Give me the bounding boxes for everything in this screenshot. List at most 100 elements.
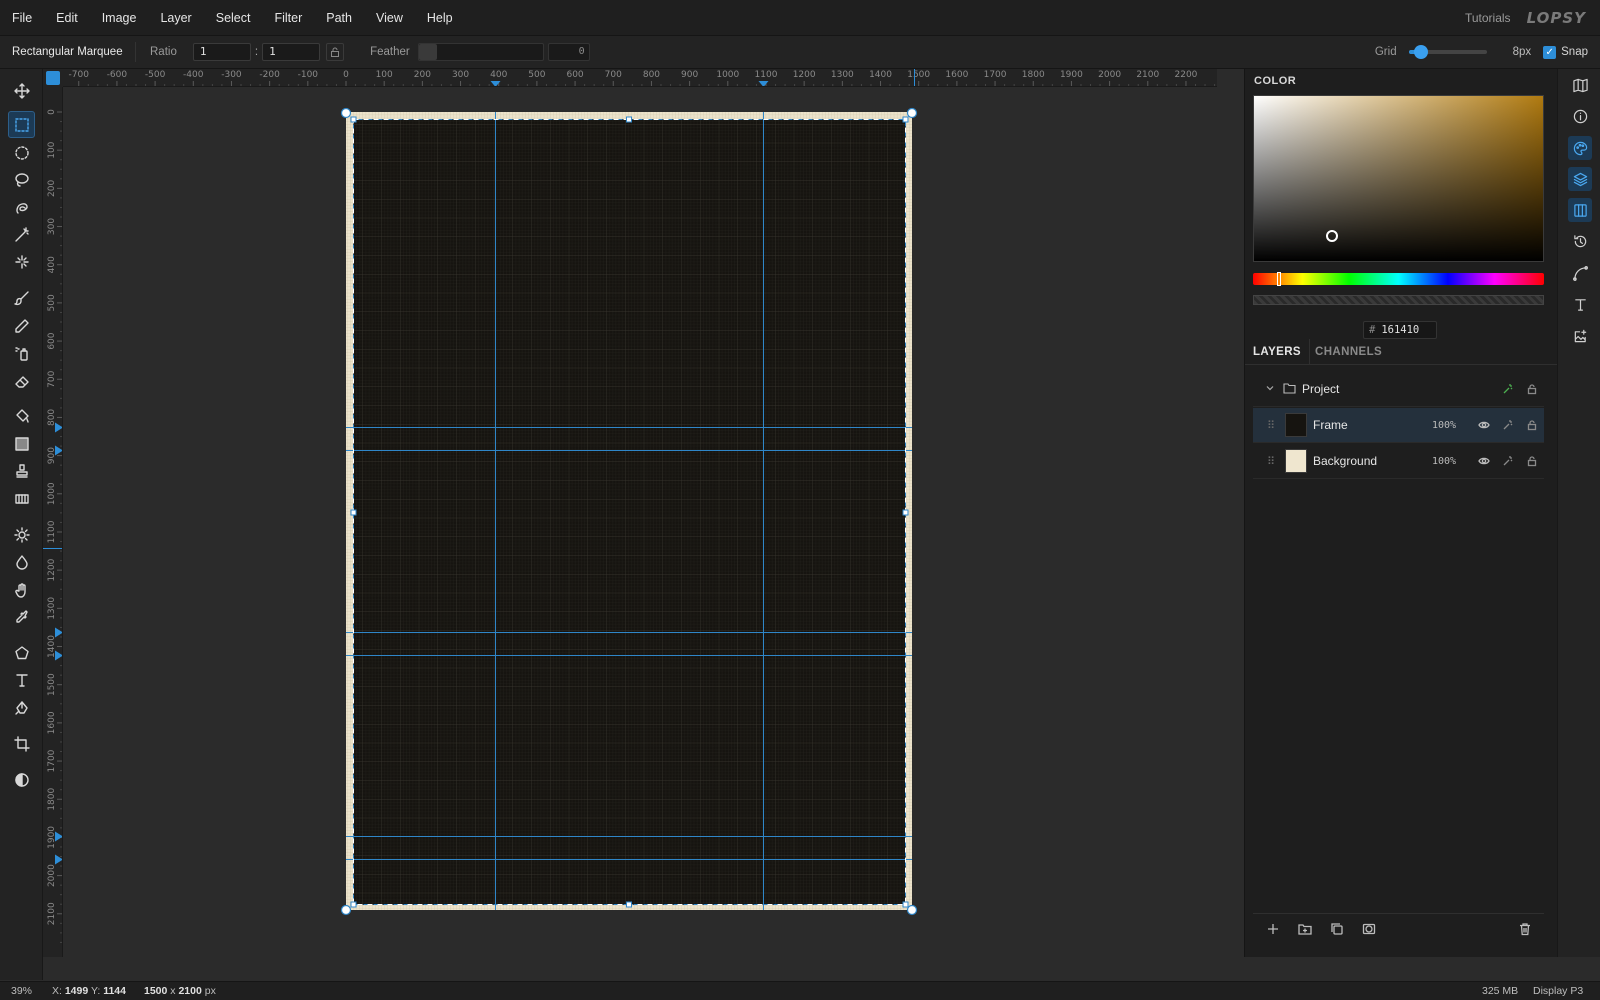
magnetic-lasso-tool[interactable] xyxy=(8,194,35,221)
color-panel-button[interactable] xyxy=(1568,136,1592,160)
delete-layer-button[interactable] xyxy=(1518,922,1534,938)
quick-select-tool[interactable] xyxy=(8,248,35,275)
selection-handle-tr[interactable] xyxy=(902,116,909,123)
stamp-tool[interactable] xyxy=(8,457,35,484)
guide-marker[interactable] xyxy=(55,854,63,865)
magic-wand-tool[interactable] xyxy=(8,221,35,248)
channels-panel-button[interactable] xyxy=(1568,198,1592,222)
tutorials-link[interactable]: Tutorials xyxy=(1465,11,1511,25)
paint-bucket-tool[interactable] xyxy=(8,402,35,429)
color-saturation-field[interactable] xyxy=(1253,95,1544,262)
ratio-height-input[interactable]: 1 xyxy=(262,43,321,61)
pen-tool[interactable] xyxy=(8,694,35,721)
feather-slider[interactable] xyxy=(417,43,544,61)
feather-value-input[interactable]: 0 xyxy=(547,43,590,61)
menu-layer[interactable]: Layer xyxy=(148,0,203,36)
mask-layer-button[interactable] xyxy=(1362,922,1378,938)
crop-tool[interactable] xyxy=(8,730,35,757)
menu-help[interactable]: Help xyxy=(415,0,465,36)
selection-handle-tm[interactable] xyxy=(626,116,632,123)
hue-slider-marker[interactable] xyxy=(1277,272,1282,286)
alpha-slider[interactable] xyxy=(1253,295,1544,305)
menu-file[interactable]: File xyxy=(0,0,44,36)
guide-marker[interactable] xyxy=(55,445,63,456)
layer-lock-button[interactable] xyxy=(1520,419,1544,431)
lasso-tool[interactable] xyxy=(8,166,35,193)
color-panel-title[interactable]: COLOR xyxy=(1254,75,1296,87)
hand-tool[interactable] xyxy=(8,576,35,603)
ellipse-marquee-tool[interactable] xyxy=(8,139,35,166)
chevron-down-icon[interactable] xyxy=(1265,382,1279,396)
layer-name[interactable]: Background xyxy=(1313,454,1432,468)
ratio-width-input[interactable]: 1 xyxy=(192,43,251,61)
pencil-tool[interactable] xyxy=(8,312,35,339)
menu-path[interactable]: Path xyxy=(314,0,364,36)
drag-handle-icon[interactable]: ⠿ xyxy=(1267,455,1281,468)
selection-handle-mr[interactable] xyxy=(902,509,909,516)
gradient-tool[interactable] xyxy=(8,430,35,457)
ratio-lock-button[interactable] xyxy=(326,43,345,61)
document-canvas[interactable] xyxy=(63,87,1217,957)
color-picker-cursor[interactable] xyxy=(1326,230,1338,242)
menu-view[interactable]: View xyxy=(364,0,415,36)
layer-effects-button[interactable] xyxy=(1496,455,1520,467)
menu-edit[interactable]: Edit xyxy=(44,0,90,36)
dodge-tool[interactable] xyxy=(8,521,35,548)
visibility-toggle[interactable] xyxy=(1472,419,1496,431)
history-panel-button[interactable] xyxy=(1568,229,1592,253)
drag-handle-icon[interactable]: ⠿ xyxy=(1267,419,1281,432)
horizontal-ruler[interactable]: -700 -600 -500 -400 -300 -200 -100 0 100 200 300 40… xyxy=(63,69,1217,87)
paths-panel-button[interactable] xyxy=(1568,261,1592,285)
selection-handle-bl[interactable] xyxy=(350,901,357,908)
group-effects-button[interactable] xyxy=(1496,383,1520,395)
navigator-panel-button[interactable] xyxy=(1568,73,1592,97)
brush-tool[interactable] xyxy=(8,284,35,311)
rect-marquee-tool[interactable] xyxy=(8,111,35,138)
layer-group-row[interactable]: Project xyxy=(1253,372,1544,407)
duplicate-layer-button[interactable] xyxy=(1330,922,1346,938)
info-panel-button[interactable] xyxy=(1568,104,1592,128)
move-tool[interactable] xyxy=(8,77,35,104)
blur-tool[interactable] xyxy=(8,548,35,575)
hex-input[interactable]: #161410 xyxy=(1363,321,1437,339)
layer-lock-button[interactable] xyxy=(1520,455,1544,467)
transform-handle-tr[interactable] xyxy=(906,107,918,119)
layer-effects-button[interactable] xyxy=(1496,419,1520,431)
menu-select[interactable]: Select xyxy=(204,0,263,36)
ruler-origin-button[interactable] xyxy=(46,71,60,85)
group-lock-button[interactable] xyxy=(1520,383,1544,395)
layer-name[interactable]: Frame xyxy=(1313,418,1432,432)
image-panel-button[interactable] xyxy=(1568,324,1592,348)
new-layer-button[interactable] xyxy=(1266,922,1282,938)
grid-slider-thumb[interactable] xyxy=(1414,45,1429,59)
text-tool[interactable] xyxy=(8,666,35,693)
snap-checkbox[interactable]: ✓ xyxy=(1543,45,1557,59)
character-panel-button[interactable] xyxy=(1568,292,1592,316)
selection-handle-bm[interactable] xyxy=(626,901,632,908)
canvas-viewport[interactable] xyxy=(63,87,1217,957)
new-group-button[interactable] xyxy=(1298,922,1314,938)
layer-row-frame[interactable]: ⠿ Frame 100% xyxy=(1253,408,1544,443)
guide-marker[interactable] xyxy=(55,650,63,661)
contrast-tool[interactable] xyxy=(8,766,35,793)
transform-handle-tl[interactable] xyxy=(340,107,352,119)
spray-tool[interactable] xyxy=(8,339,35,366)
selection-handle-ml[interactable] xyxy=(350,509,357,516)
guide-marker[interactable] xyxy=(55,627,63,638)
menu-filter[interactable]: Filter xyxy=(262,0,314,36)
guide-marker[interactable] xyxy=(55,422,63,433)
eraser-tool[interactable] xyxy=(8,367,35,394)
transform-handle-br[interactable] xyxy=(906,904,918,916)
zoom-level[interactable]: 39% xyxy=(11,985,32,997)
pattern-tool[interactable] xyxy=(8,485,35,512)
feather-slider-knob[interactable] xyxy=(418,44,437,60)
guide-marker[interactable] xyxy=(55,831,63,842)
hue-slider[interactable] xyxy=(1253,272,1544,286)
visibility-toggle[interactable] xyxy=(1472,455,1496,467)
layer-opacity[interactable]: 100% xyxy=(1432,420,1472,431)
polygon-tool[interactable] xyxy=(8,639,35,666)
menu-image[interactable]: Image xyxy=(90,0,149,36)
layer-opacity[interactable]: 100% xyxy=(1432,456,1472,467)
tab-layers[interactable]: LAYERS xyxy=(1245,339,1310,365)
layers-panel-button[interactable] xyxy=(1568,167,1592,191)
